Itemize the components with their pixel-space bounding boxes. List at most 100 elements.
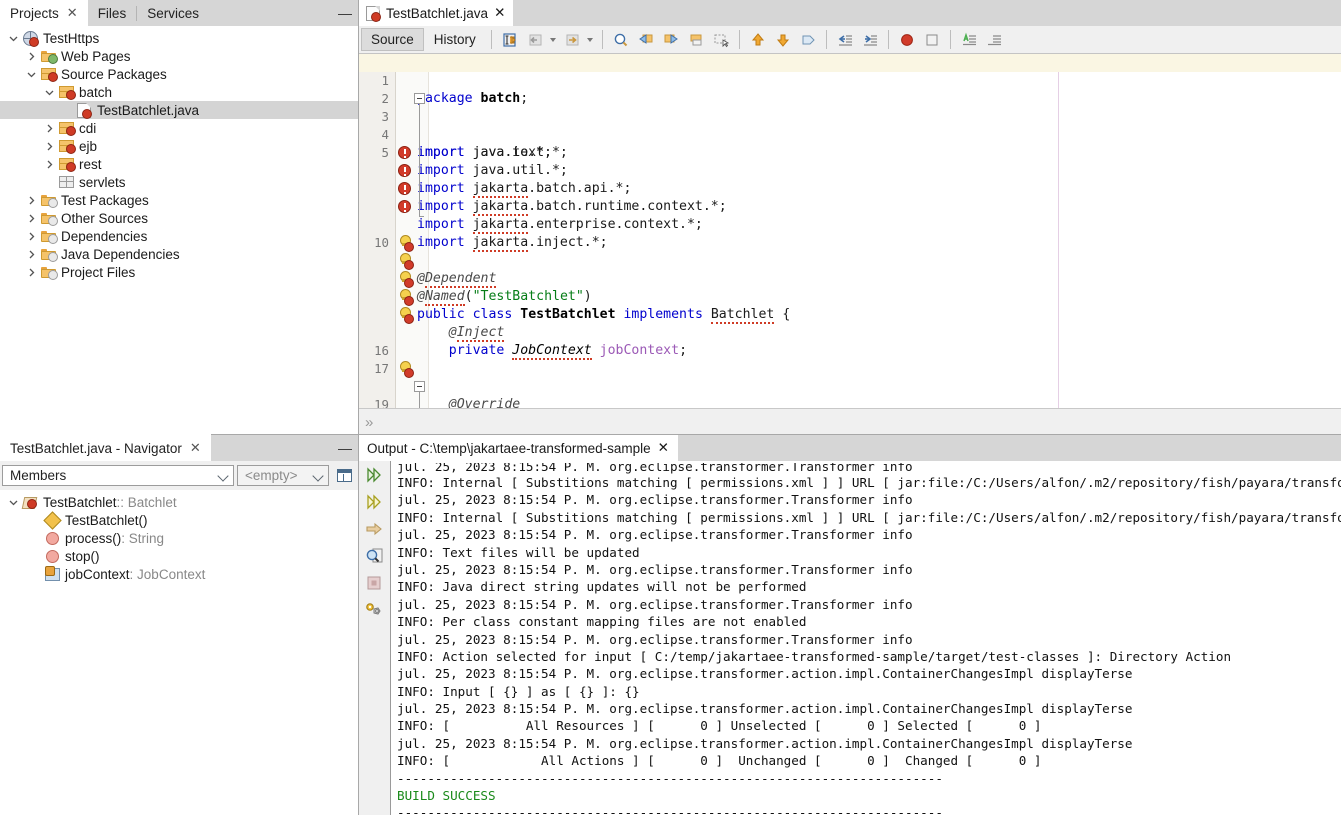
tab-navigator[interactable]: TestBatchlet.java - Navigator ✕ <box>0 433 211 461</box>
tree-item-testbatchlet-java[interactable]: TestBatchlet.java <box>0 101 358 119</box>
editor-tab-testbatchlet[interactable]: TestBatchlet.java ✕ <box>359 0 513 26</box>
tree-item-servlets[interactable]: servlets <box>0 173 358 191</box>
error-glyph-icon[interactable] <box>398 182 411 195</box>
navigator-scope-select[interactable]: Members <box>2 465 234 486</box>
tree-item-test-packages[interactable]: Test Packages <box>0 191 358 209</box>
chevron-right-icon[interactable] <box>24 214 38 223</box>
find-icon[interactable] <box>364 546 386 566</box>
code-line[interactable]: import jakarta.batch.api.*; <box>359 144 1341 162</box>
rerun-with-different-parameters-icon[interactable] <box>364 492 386 512</box>
tree-item-project-files[interactable]: Project Files <box>0 263 358 281</box>
shift-line-right-icon[interactable] <box>858 28 882 51</box>
navigator-filters-button[interactable] <box>332 464 356 486</box>
chevron-right-icon[interactable] <box>42 160 56 169</box>
code-line[interactable]: import jakarta.inject.*; <box>359 198 1341 216</box>
toggle-rectangular-selection-icon[interactable] <box>498 28 522 51</box>
project-tree[interactable]: TestHttps Web Pages Source Packages <box>0 26 358 435</box>
code-line[interactable]: import jakarta.batch.runtime.context.*; <box>359 162 1341 180</box>
back-icon[interactable] <box>523 28 547 51</box>
chevron-down-icon[interactable] <box>6 498 20 507</box>
error-glyph-icon[interactable] <box>398 164 411 177</box>
previous-error-icon[interactable] <box>746 28 770 51</box>
navigator-item-process[interactable]: process() : String <box>0 529 358 547</box>
tree-item-testhttps[interactable]: TestHttps <box>0 29 358 47</box>
back-dropdown-icon[interactable] <box>548 28 559 51</box>
previous-bookmark-icon[interactable] <box>634 28 658 51</box>
code-line[interactable]: 19 public String process() throws Except… <box>359 378 1341 396</box>
tree-item-ejb[interactable]: ejb <box>0 137 358 155</box>
error-glyph-icon[interactable] <box>398 200 411 213</box>
chevron-right-icon[interactable] <box>42 124 56 133</box>
tree-item-cdi[interactable]: cdi <box>0 119 358 137</box>
code-line[interactable]: 17 <box>359 342 1341 360</box>
settings-icon[interactable] <box>364 600 386 620</box>
code-line[interactable]: public class TestBatchlet implements Bat… <box>359 270 1341 288</box>
stop-icon[interactable] <box>364 573 386 593</box>
tab-projects[interactable]: Projects ✕ <box>0 0 88 26</box>
next-bookmark-icon[interactable] <box>659 28 683 51</box>
start-macro-recording-icon[interactable] <box>895 28 919 51</box>
code-line[interactable]: 5 import java.util.*; <box>359 126 1341 144</box>
chevron-right-double-icon[interactable]: » <box>365 414 370 431</box>
toggle-error-icon[interactable] <box>796 28 820 51</box>
tree-item-web-pages[interactable]: Web Pages <box>0 47 358 65</box>
stop-macro-recording-icon[interactable] <box>920 28 944 51</box>
chevron-right-icon[interactable] <box>42 142 56 151</box>
previous-annotation-icon[interactable] <box>709 28 733 51</box>
find-selection-icon[interactable] <box>609 28 633 51</box>
minimize-button[interactable]: — <box>332 0 358 26</box>
chevron-down-icon[interactable] <box>6 34 20 43</box>
code-line[interactable]: 16 <box>359 324 1341 342</box>
forward-icon[interactable] <box>560 28 584 51</box>
hint-glyph-icon[interactable] <box>398 307 412 322</box>
code-line[interactable]: 10 <box>359 216 1341 234</box>
tree-item-source-packages[interactable]: Source Packages <box>0 65 358 83</box>
minimize-button[interactable]: — <box>332 435 358 461</box>
close-icon[interactable]: ✕ <box>494 5 505 21</box>
code-line[interactable]: 20 String filename = jobContext.getPrope… <box>359 396 1341 408</box>
code-line[interactable]: @Inject <box>359 288 1341 306</box>
tree-item-other-sources[interactable]: Other Sources <box>0 209 358 227</box>
chevron-right-icon[interactable] <box>24 52 38 61</box>
hint-glyph-icon[interactable] <box>398 361 412 376</box>
hint-glyph-icon[interactable] <box>398 289 412 304</box>
shift-line-left-icon[interactable] <box>833 28 857 51</box>
tab-services[interactable]: Services <box>137 0 209 26</box>
code-line[interactable]: 2 <box>359 72 1341 90</box>
error-glyph-icon[interactable] <box>398 146 411 159</box>
tree-item-dependencies[interactable]: Dependencies <box>0 227 358 245</box>
code-line[interactable]: @Override <box>359 360 1341 378</box>
step-icon[interactable] <box>364 519 386 539</box>
chevron-right-icon[interactable] <box>24 196 38 205</box>
chevron-down-icon[interactable] <box>24 70 38 79</box>
code-line[interactable]: import jakarta.enterprise.context.*; <box>359 180 1341 198</box>
hint-glyph-icon[interactable] <box>398 235 412 250</box>
chevron-right-icon[interactable] <box>24 232 38 241</box>
tab-files[interactable]: Files <box>88 0 137 26</box>
tree-item-batch[interactable]: batch <box>0 83 358 101</box>
tab-history[interactable]: History <box>425 28 485 51</box>
comment-icon[interactable] <box>957 28 981 51</box>
navigator-item-constructor[interactable]: TestBatchlet() <box>0 511 358 529</box>
output-log[interactable]: jul. 25, 2023 8:15:54 P. M. org.eclipse.… <box>391 461 1341 815</box>
hint-glyph-icon[interactable] <box>398 253 412 268</box>
navigator-item-class[interactable]: TestBatchlet :: Batchlet <box>0 493 358 511</box>
hint-glyph-icon[interactable] <box>398 271 412 286</box>
navigator-item-stop[interactable]: stop() <box>0 547 358 565</box>
output-tab[interactable]: Output - C:\temp\jakartaee-transformed-s… <box>359 435 678 461</box>
code-line[interactable]: 3 import java.io.*; <box>359 90 1341 108</box>
code-line[interactable]: @Dependent <box>359 234 1341 252</box>
rerun-icon[interactable] <box>364 465 386 485</box>
fold-collapse-icon[interactable] <box>414 381 425 392</box>
code-area[interactable]: 1 package batch; 2 3 import java.io.*; 4… <box>359 54 1341 408</box>
toggle-bookmark-icon[interactable] <box>684 28 708 51</box>
chevron-right-icon[interactable] <box>24 268 38 277</box>
chevron-down-icon[interactable] <box>42 88 56 97</box>
chevron-right-icon[interactable] <box>24 250 38 259</box>
tree-item-java-dependencies[interactable]: Java Dependencies <box>0 245 358 263</box>
navigator-tree[interactable]: TestBatchlet :: Batchlet TestBatchlet() … <box>0 490 358 583</box>
close-icon[interactable]: ✕ <box>67 5 78 21</box>
navigator-item-jobcontext[interactable]: jobContext : JobContext <box>0 565 358 583</box>
close-icon[interactable]: ✕ <box>190 440 201 456</box>
next-error-icon[interactable] <box>771 28 795 51</box>
